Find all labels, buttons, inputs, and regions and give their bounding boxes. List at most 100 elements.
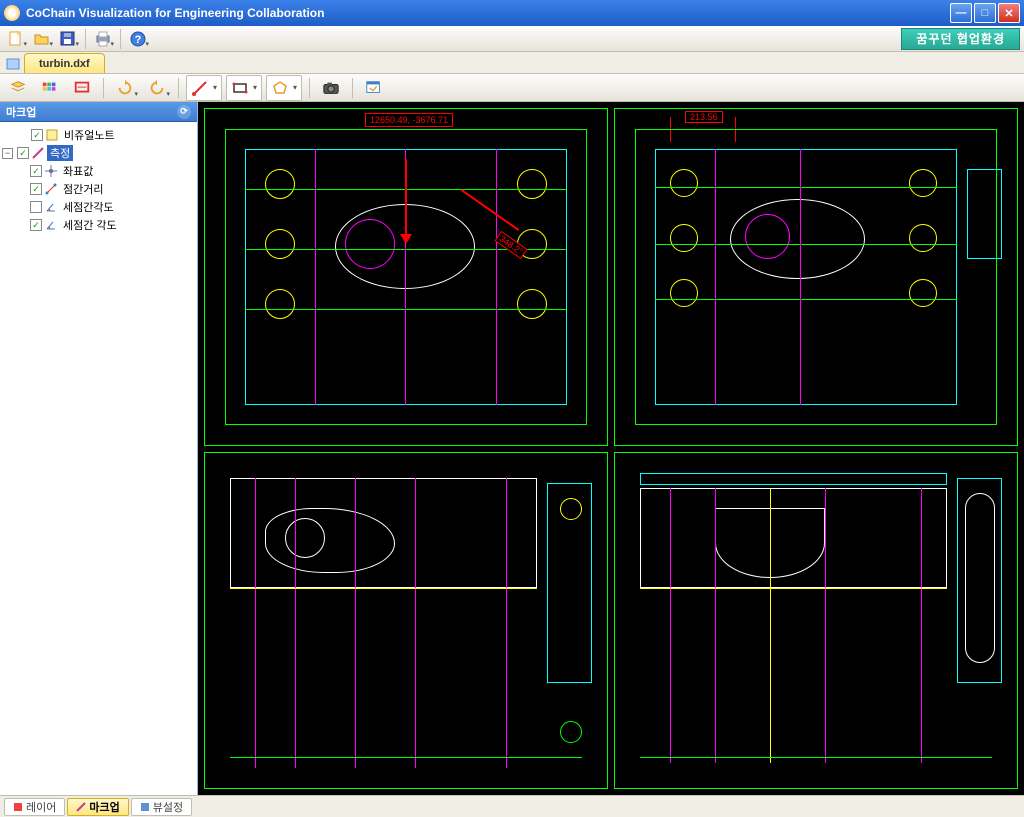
line-tool-group: ▾ xyxy=(186,75,222,101)
tree-label: 측정 xyxy=(47,145,73,161)
camera-button[interactable] xyxy=(317,76,345,100)
camera-icon xyxy=(322,79,340,97)
distance-icon xyxy=(44,182,58,196)
markup-tab-icon xyxy=(76,802,86,812)
tree-item-angle3b[interactable]: ✓ 세점간 각도 xyxy=(2,216,195,234)
measure-dialog-button[interactable] xyxy=(360,76,388,100)
coord-annotation: 12650.49, -3676.71 xyxy=(365,113,453,127)
polygon-icon xyxy=(271,79,289,97)
open-button[interactable]: ▾ xyxy=(30,28,54,50)
redline-icon xyxy=(73,79,91,97)
line-tool-dropdown[interactable]: ▾ xyxy=(211,83,219,92)
polygon-tool-dropdown[interactable]: ▾ xyxy=(291,83,299,92)
view-tab-icon xyxy=(140,802,150,812)
rotate-cw-button[interactable]: ▾ xyxy=(111,76,139,100)
app-title: CoChain Visualization for Engineering Co… xyxy=(26,6,950,20)
cad-view-bottom-left[interactable] xyxy=(204,452,608,790)
angle-icon xyxy=(44,218,58,232)
checkbox[interactable]: ✓ xyxy=(30,183,42,195)
dimension-annotation: 213.56 xyxy=(685,111,723,123)
bottom-tab-layer[interactable]: 레이어 xyxy=(4,798,65,816)
tree-label: 세점간 각도 xyxy=(60,217,120,233)
toolbar-separator xyxy=(178,78,179,98)
rotate-ccw-icon xyxy=(148,79,166,97)
app-icon xyxy=(4,5,20,21)
maximize-button[interactable]: □ xyxy=(974,3,996,23)
side-panel-header: 마크업 ⟳ xyxy=(0,102,197,122)
tree-label: 점간거리 xyxy=(60,181,106,197)
rect-tool-button[interactable] xyxy=(229,76,251,100)
palette-icon xyxy=(41,79,59,97)
bottom-tab-markup[interactable]: 마크업 xyxy=(67,798,128,816)
tree-label: 비쥬얼노트 xyxy=(61,127,118,143)
toolbar-separator xyxy=(309,78,310,98)
palette-button[interactable] xyxy=(36,76,64,100)
toolbar-separator xyxy=(120,29,121,49)
cad-view-top-right[interactable]: 213.56 xyxy=(614,108,1018,446)
tree-item-angle3[interactable]: 세점간각도 xyxy=(2,198,195,216)
rect-tool-group: ▾ xyxy=(226,75,262,101)
checkbox[interactable]: ✓ xyxy=(31,129,43,141)
cad-viewport-grid: 12650.49, -3676.71 xyxy=(204,108,1018,789)
tree-item-visualnote[interactable]: ✓ 비쥬얼노트 xyxy=(2,126,195,144)
folder-open-icon xyxy=(33,30,51,48)
bottom-tab-label: 뷰설정 xyxy=(153,799,183,815)
checkbox[interactable]: ✓ xyxy=(30,165,42,177)
cad-canvas[interactable]: 12650.49, -3676.71 xyxy=(198,102,1024,795)
rotate-ccw-button[interactable]: ▾ xyxy=(143,76,171,100)
toolbar-separator xyxy=(103,78,104,98)
side-panel-title: 마크업 xyxy=(6,104,36,120)
toolbar-separator xyxy=(352,78,353,98)
tree-item-distance[interactable]: ✓ 점간거리 xyxy=(2,180,195,198)
new-file-button[interactable]: ▾ xyxy=(4,28,28,50)
side-panel: 마크업 ⟳ ✓ 비쥬얼노트 − ✓ 측정 ✓ 좌표값 ✓ xyxy=(0,102,198,795)
layers-icon xyxy=(9,79,27,97)
print-icon xyxy=(94,30,112,48)
measure-icon xyxy=(31,146,45,160)
bottom-tab-label: 마크업 xyxy=(89,799,119,815)
close-button[interactable]: ✕ xyxy=(998,3,1020,23)
layers-button[interactable] xyxy=(4,76,32,100)
measure-dialog-icon xyxy=(365,79,383,97)
help-button[interactable]: ? ▾ xyxy=(126,28,150,50)
bottom-tab-viewsettings[interactable]: 뷰설정 xyxy=(131,798,192,816)
expand-toggle[interactable]: − xyxy=(2,148,13,159)
checkbox[interactable]: ✓ xyxy=(30,219,42,231)
collapse-button[interactable]: ⟳ xyxy=(177,105,191,119)
main-toolbar: ▾ ▾ ▾ ▾ ? ▾ 꿈꾸던 협업환경 xyxy=(0,26,1024,52)
body: 마크업 ⟳ ✓ 비쥬얼노트 − ✓ 측정 ✓ 좌표값 ✓ xyxy=(0,102,1024,795)
save-button[interactable]: ▾ xyxy=(56,28,80,50)
window-controls: — □ ✕ xyxy=(950,3,1020,23)
layer-tab-icon xyxy=(13,802,23,812)
file-tab[interactable]: turbin.dxf xyxy=(24,53,105,73)
rect-icon xyxy=(231,79,249,97)
note-icon xyxy=(45,128,59,142)
file-tab-bar: turbin.dxf xyxy=(0,52,1024,74)
polygon-tool-group: ▾ xyxy=(266,75,302,101)
svg-text:?: ? xyxy=(135,34,142,46)
tree-item-measure[interactable]: − ✓ 측정 xyxy=(2,144,195,162)
file-tab-home-icon[interactable] xyxy=(4,55,22,73)
coord-icon xyxy=(44,164,58,178)
minimize-button[interactable]: — xyxy=(950,3,972,23)
checkbox[interactable] xyxy=(30,201,42,213)
checkbox[interactable]: ✓ xyxy=(17,147,29,159)
secondary-toolbar: ▾ ▾ ▾ ▾ ▾ xyxy=(0,74,1024,102)
print-button[interactable]: ▾ xyxy=(91,28,115,50)
bottom-tab-label: 레이어 xyxy=(26,799,56,815)
file-tab-label: turbin.dxf xyxy=(39,58,90,70)
help-icon: ? xyxy=(129,30,147,48)
rect-tool-dropdown[interactable]: ▾ xyxy=(251,83,259,92)
line-tool-button[interactable] xyxy=(189,76,211,100)
titlebar: CoChain Visualization for Engineering Co… xyxy=(0,0,1024,26)
redline-button[interactable] xyxy=(68,76,96,100)
bottom-tab-bar: 레이어 마크업 뷰설정 xyxy=(0,795,1024,817)
tree-item-coord[interactable]: ✓ 좌표값 xyxy=(2,162,195,180)
polygon-tool-button[interactable] xyxy=(269,76,291,100)
cad-view-bottom-right[interactable] xyxy=(614,452,1018,790)
save-icon xyxy=(59,30,77,48)
cad-view-top-left[interactable]: 12650.49, -3676.71 xyxy=(204,108,608,446)
rotate-cw-icon xyxy=(116,79,134,97)
line-icon xyxy=(191,79,209,97)
angle-icon xyxy=(44,200,58,214)
